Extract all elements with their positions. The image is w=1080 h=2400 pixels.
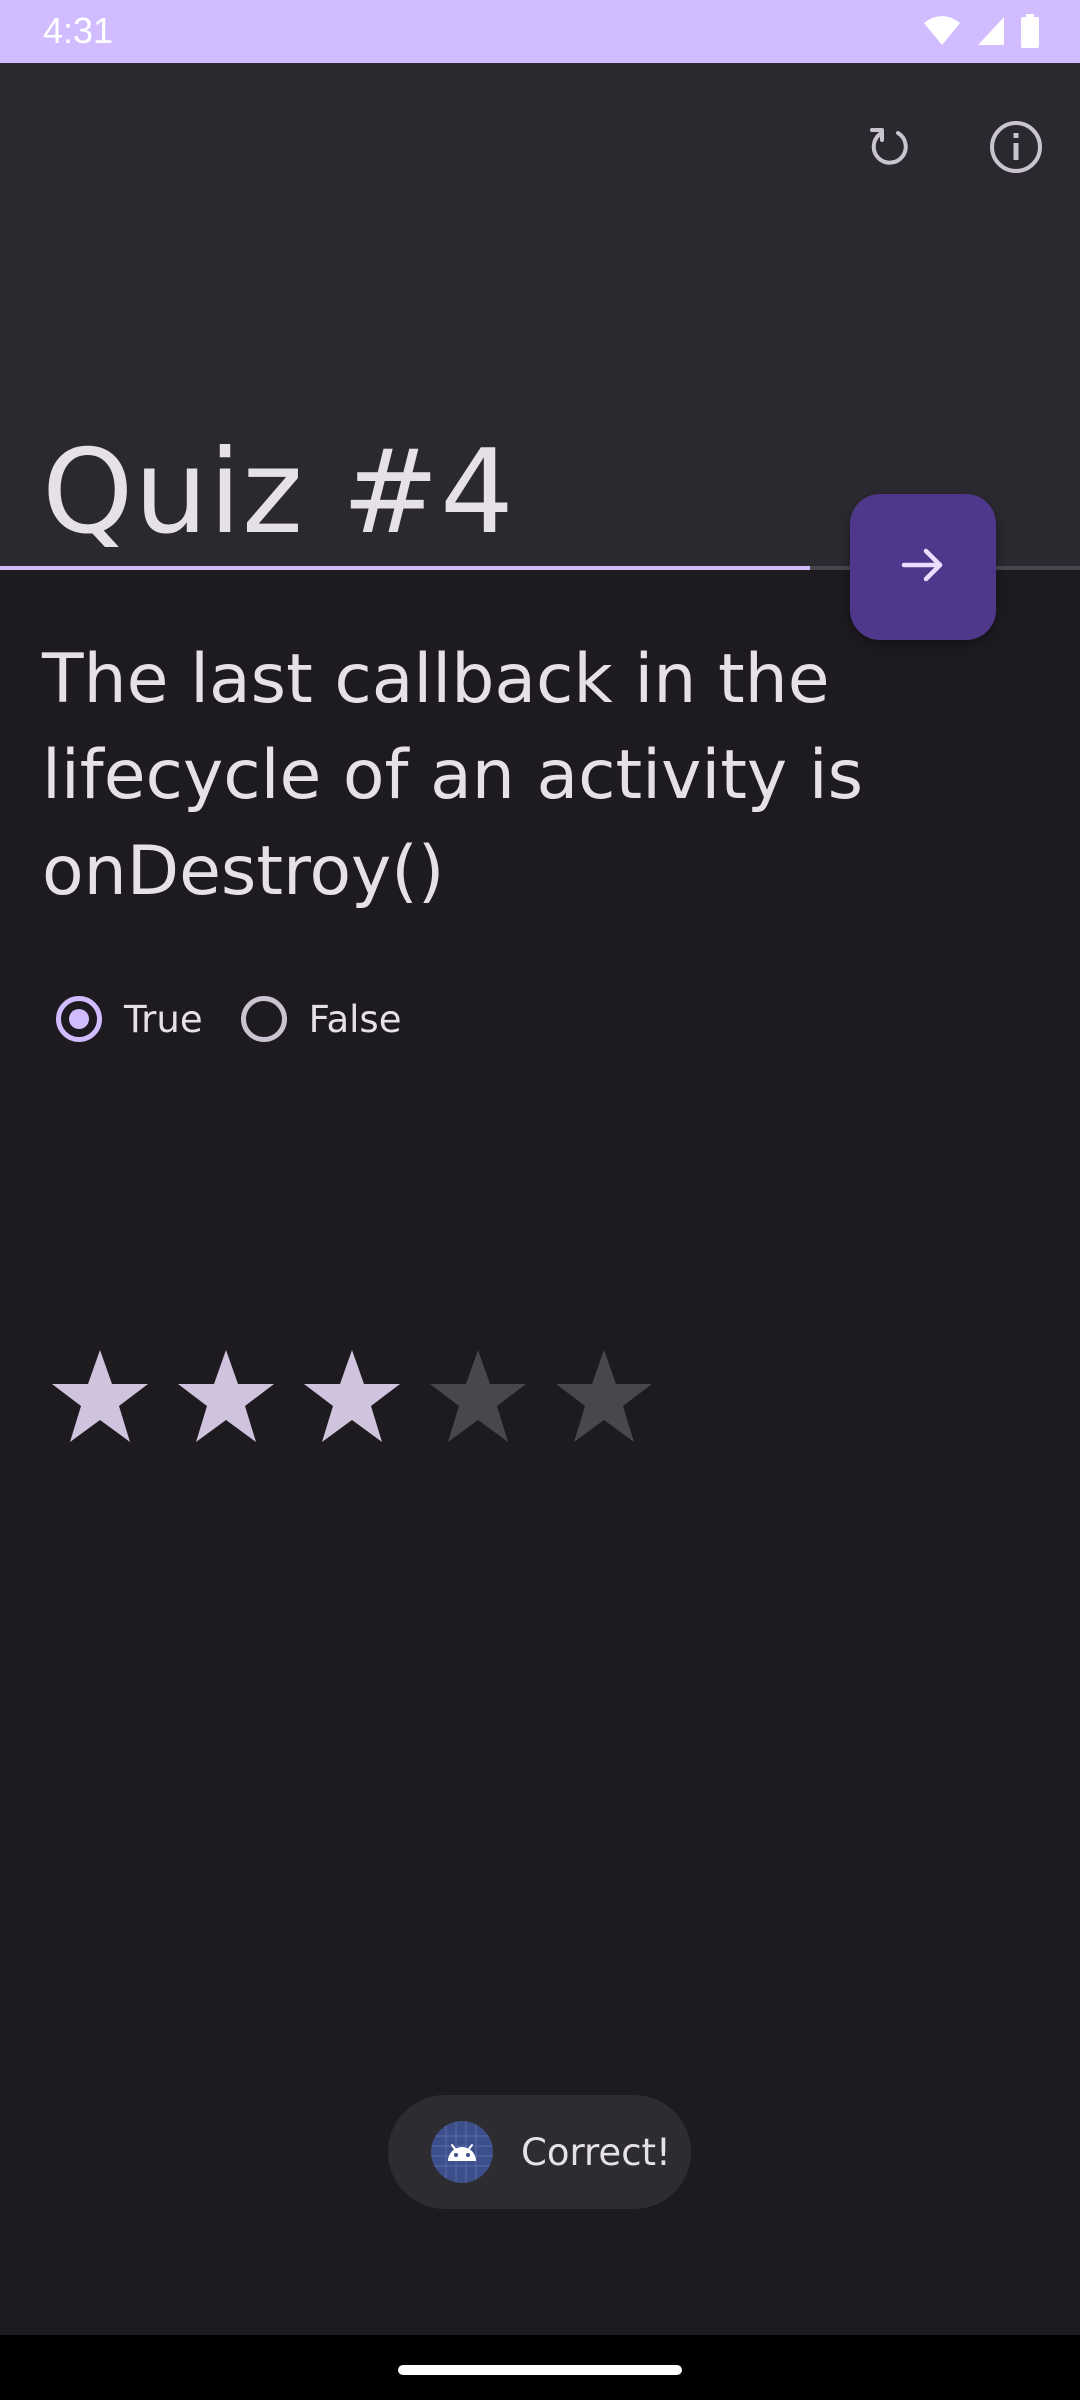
answer-option-false[interactable]: False	[240, 996, 402, 1042]
star-icon[interactable]	[426, 1346, 530, 1446]
answer-label-true: True	[124, 997, 203, 1041]
star-icon[interactable]	[174, 1346, 278, 1446]
star-icon[interactable]	[300, 1346, 404, 1446]
toast-text: Correct!	[521, 2130, 671, 2174]
wifi-icon	[922, 15, 962, 47]
home-indicator[interactable]	[398, 2365, 682, 2375]
info-button[interactable]	[980, 113, 1052, 185]
page-title: Quiz #4	[42, 425, 515, 560]
star-icon[interactable]	[552, 1346, 656, 1446]
app-bar: Quiz #4	[0, 63, 1080, 568]
answer-radio-group: True False	[56, 996, 439, 1042]
radio-button-true[interactable]	[56, 996, 102, 1042]
toast-message: Correct!	[388, 2095, 691, 2209]
android-icon	[431, 2121, 493, 2183]
next-question-button[interactable]	[850, 494, 996, 640]
status-icons	[922, 13, 1040, 49]
question-text: The last callback in the lifecycle of an…	[42, 640, 864, 911]
answer-option-true[interactable]: True	[56, 996, 203, 1042]
rating-bar[interactable]	[48, 1346, 656, 1446]
arrow-forward-icon	[898, 540, 948, 594]
battery-icon	[1020, 14, 1040, 48]
navigation-bar	[0, 2335, 1080, 2400]
status-bar: 4:31	[0, 0, 1080, 63]
info-icon	[988, 119, 1044, 179]
answer-label-false: False	[308, 997, 402, 1041]
signal-icon	[976, 15, 1006, 47]
reset-button[interactable]	[853, 113, 925, 185]
status-time: 4:31	[43, 10, 114, 51]
star-icon[interactable]	[48, 1346, 152, 1446]
reset-icon	[864, 122, 914, 176]
quiz-progress-fill	[0, 566, 810, 570]
radio-button-false[interactable]	[240, 996, 287, 1042]
